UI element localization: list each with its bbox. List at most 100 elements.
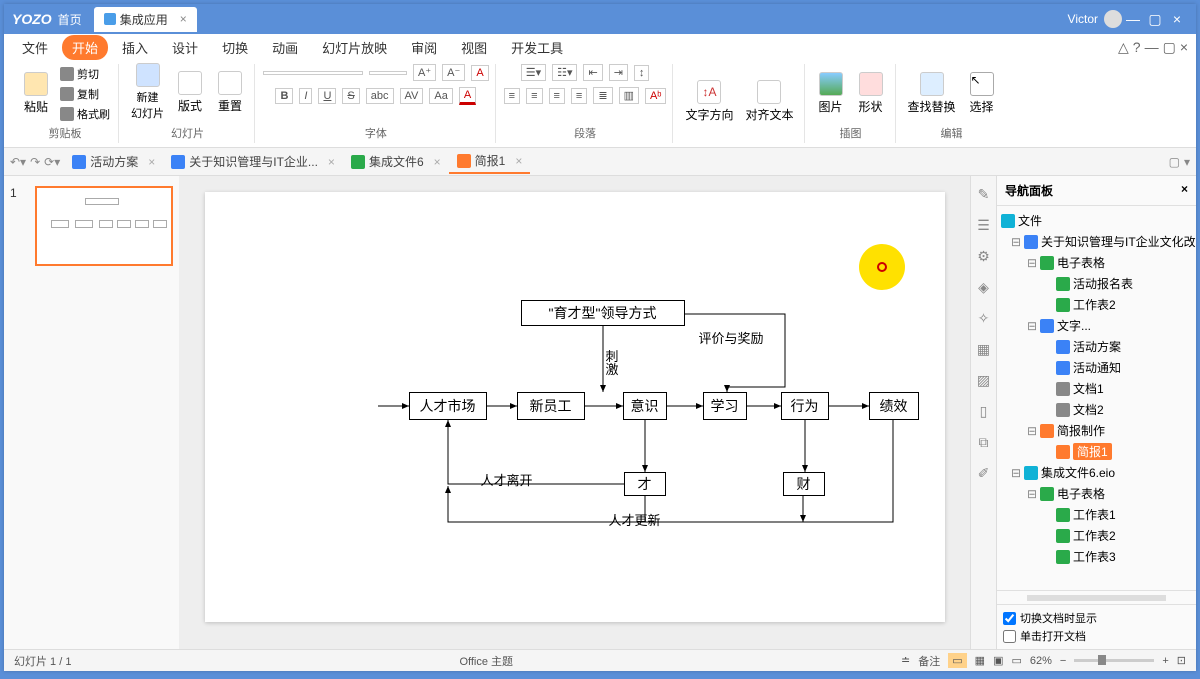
nav-item[interactable]: 活动方案: [997, 336, 1196, 357]
nav-item[interactable]: ⊟电子表格: [997, 252, 1196, 273]
fit-button[interactable]: ⊡: [1177, 654, 1186, 667]
strike-button[interactable]: S: [342, 88, 359, 104]
menu-view[interactable]: 视图: [451, 35, 497, 60]
restore-icon[interactable]: ▢: [1163, 39, 1176, 56]
copy-button[interactable]: 复制: [58, 85, 112, 103]
title-tab[interactable]: 集成应用 ×: [94, 7, 197, 32]
close-doctab-icon[interactable]: ×: [328, 155, 335, 169]
view-slideshow-icon[interactable]: ▭: [1011, 654, 1021, 667]
doctab[interactable]: 集成文件6×: [343, 149, 449, 174]
slide-thumbnail[interactable]: [35, 186, 173, 266]
nav-item[interactable]: ⊟关于知识管理与IT企业文化改革: [997, 231, 1196, 252]
menu-file[interactable]: 文件: [12, 35, 58, 60]
zoom-value[interactable]: 62%: [1030, 655, 1052, 667]
nav-tree[interactable]: 文件⊟关于知识管理与IT企业文化改革⊟电子表格活动报名表工作表2⊟文字...活动…: [997, 206, 1196, 590]
nav-root[interactable]: 文件: [997, 210, 1196, 231]
settings-icon[interactable]: ⚙: [977, 248, 990, 265]
image-icon[interactable]: ▨: [977, 372, 990, 389]
menu-review[interactable]: 审阅: [401, 35, 447, 60]
maximize-button[interactable]: ▢: [1144, 11, 1166, 28]
select-button[interactable]: ↖选择: [964, 70, 1000, 117]
format-painter-button[interactable]: 格式刷: [58, 105, 112, 123]
align-right-button[interactable]: ≡: [549, 88, 565, 104]
zoom-in-button[interactable]: +: [1162, 655, 1168, 667]
indent-dec-button[interactable]: ⇤: [583, 64, 602, 81]
nav-item[interactable]: ⊟集成文件6.eio: [997, 462, 1196, 483]
spacing-button[interactable]: AV: [400, 88, 424, 104]
close-tab-icon[interactable]: ×: [180, 12, 187, 26]
page-icon[interactable]: ▯: [980, 403, 988, 420]
options-icon[interactable]: ?: [1133, 39, 1141, 56]
find-replace-button[interactable]: 查找替换: [904, 70, 960, 117]
nav-item[interactable]: 工作表2: [997, 294, 1196, 315]
zoom-slider[interactable]: [1074, 659, 1154, 662]
new-doctab-button[interactable]: ▢: [1169, 155, 1180, 169]
nav-item[interactable]: 文档2: [997, 399, 1196, 420]
indent-inc-button[interactable]: ⇥: [609, 64, 628, 81]
pencil-icon[interactable]: ✎: [978, 186, 990, 203]
menu-animation[interactable]: 动画: [262, 35, 308, 60]
doctab-menu-button[interactable]: ▾: [1184, 155, 1190, 169]
history-button[interactable]: ⟳▾: [44, 155, 60, 169]
nav-icon[interactable]: ◈: [978, 279, 989, 296]
nav-item[interactable]: 工作表3: [997, 546, 1196, 567]
nav-close-icon[interactable]: ×: [1181, 182, 1188, 199]
close-doctab-icon[interactable]: ×: [515, 154, 522, 168]
doctab[interactable]: 活动方案×: [64, 149, 163, 174]
min-ribbon-icon[interactable]: —: [1145, 39, 1159, 56]
nav-item[interactable]: 活动报名表: [997, 273, 1196, 294]
shape-button[interactable]: 形状: [853, 70, 889, 117]
minimize-button[interactable]: —: [1122, 11, 1144, 27]
nav-item[interactable]: ⊟电子表格: [997, 483, 1196, 504]
nav-item[interactable]: ⊟文字...: [997, 315, 1196, 336]
layout-button[interactable]: 版式: [172, 69, 208, 116]
menu-start[interactable]: 开始: [62, 35, 108, 60]
menu-slideshow[interactable]: 幻灯片放映: [312, 35, 397, 60]
user-area[interactable]: Victor: [1068, 10, 1122, 28]
opt-click-open[interactable]: 单击打开文档: [1003, 627, 1190, 645]
case-button[interactable]: Aa: [429, 88, 452, 104]
nav-scrollbar[interactable]: [1027, 595, 1166, 601]
clear-format-button[interactable]: A: [471, 65, 488, 81]
highlight-button[interactable]: Aᵇ: [645, 88, 667, 104]
brush-icon[interactable]: ✐: [978, 465, 990, 482]
font-size-select[interactable]: [369, 71, 407, 75]
view-sorter-icon[interactable]: ▦: [975, 654, 985, 667]
grow-font-button[interactable]: A⁺: [413, 64, 436, 81]
nav-item[interactable]: 文档1: [997, 378, 1196, 399]
doctab[interactable]: 简报1×: [449, 149, 531, 174]
align-center-button[interactable]: ≡: [526, 88, 542, 104]
opt-switch-display[interactable]: 切换文档时显示: [1003, 609, 1190, 627]
bullets-button[interactable]: ☰▾: [521, 64, 546, 81]
close-doctab-icon[interactable]: ×: [434, 155, 441, 169]
slide-canvas[interactable]: "育才型"领导方式 人才市场 新员工 意识 学习 行为 绩效 才 财 评价与奖励…: [179, 176, 970, 649]
close-button[interactable]: ×: [1166, 11, 1188, 27]
nav-item[interactable]: 活动通知: [997, 357, 1196, 378]
line-spacing-button[interactable]: ↕: [634, 65, 650, 81]
home-link[interactable]: 首页: [58, 11, 82, 28]
bold-button[interactable]: B: [275, 88, 293, 104]
notes-icon[interactable]: ≐: [901, 654, 910, 667]
undo-button[interactable]: ↶▾: [10, 155, 26, 169]
view-normal-icon[interactable]: ▭: [948, 653, 966, 668]
close-doctab-icon[interactable]: ×: [148, 155, 155, 169]
font-color-button[interactable]: A: [459, 87, 476, 105]
underline-button[interactable]: U: [318, 88, 336, 104]
grid-icon[interactable]: ▦: [977, 341, 990, 358]
paste-button[interactable]: 粘贴: [18, 70, 54, 117]
menu-design[interactable]: 设计: [162, 35, 208, 60]
copy-icon[interactable]: ⧉: [979, 434, 989, 451]
menu-insert[interactable]: 插入: [112, 35, 158, 60]
columns-button[interactable]: ▥: [619, 87, 639, 104]
font-family-select[interactable]: [263, 71, 363, 75]
menu-transition[interactable]: 切换: [212, 35, 258, 60]
nav-item[interactable]: 简报1: [997, 441, 1196, 462]
doctab[interactable]: 关于知识管理与IT企业...×: [163, 149, 343, 174]
help-icon[interactable]: △: [1118, 39, 1129, 56]
shadow-button[interactable]: abc: [366, 88, 394, 104]
view-reading-icon[interactable]: ▣: [993, 654, 1003, 667]
picture-button[interactable]: 图片: [813, 70, 849, 117]
align-text-button[interactable]: 对齐文本: [741, 78, 797, 125]
new-slide-button[interactable]: 新建 幻灯片: [127, 61, 168, 123]
list-icon[interactable]: ☰: [977, 217, 990, 234]
